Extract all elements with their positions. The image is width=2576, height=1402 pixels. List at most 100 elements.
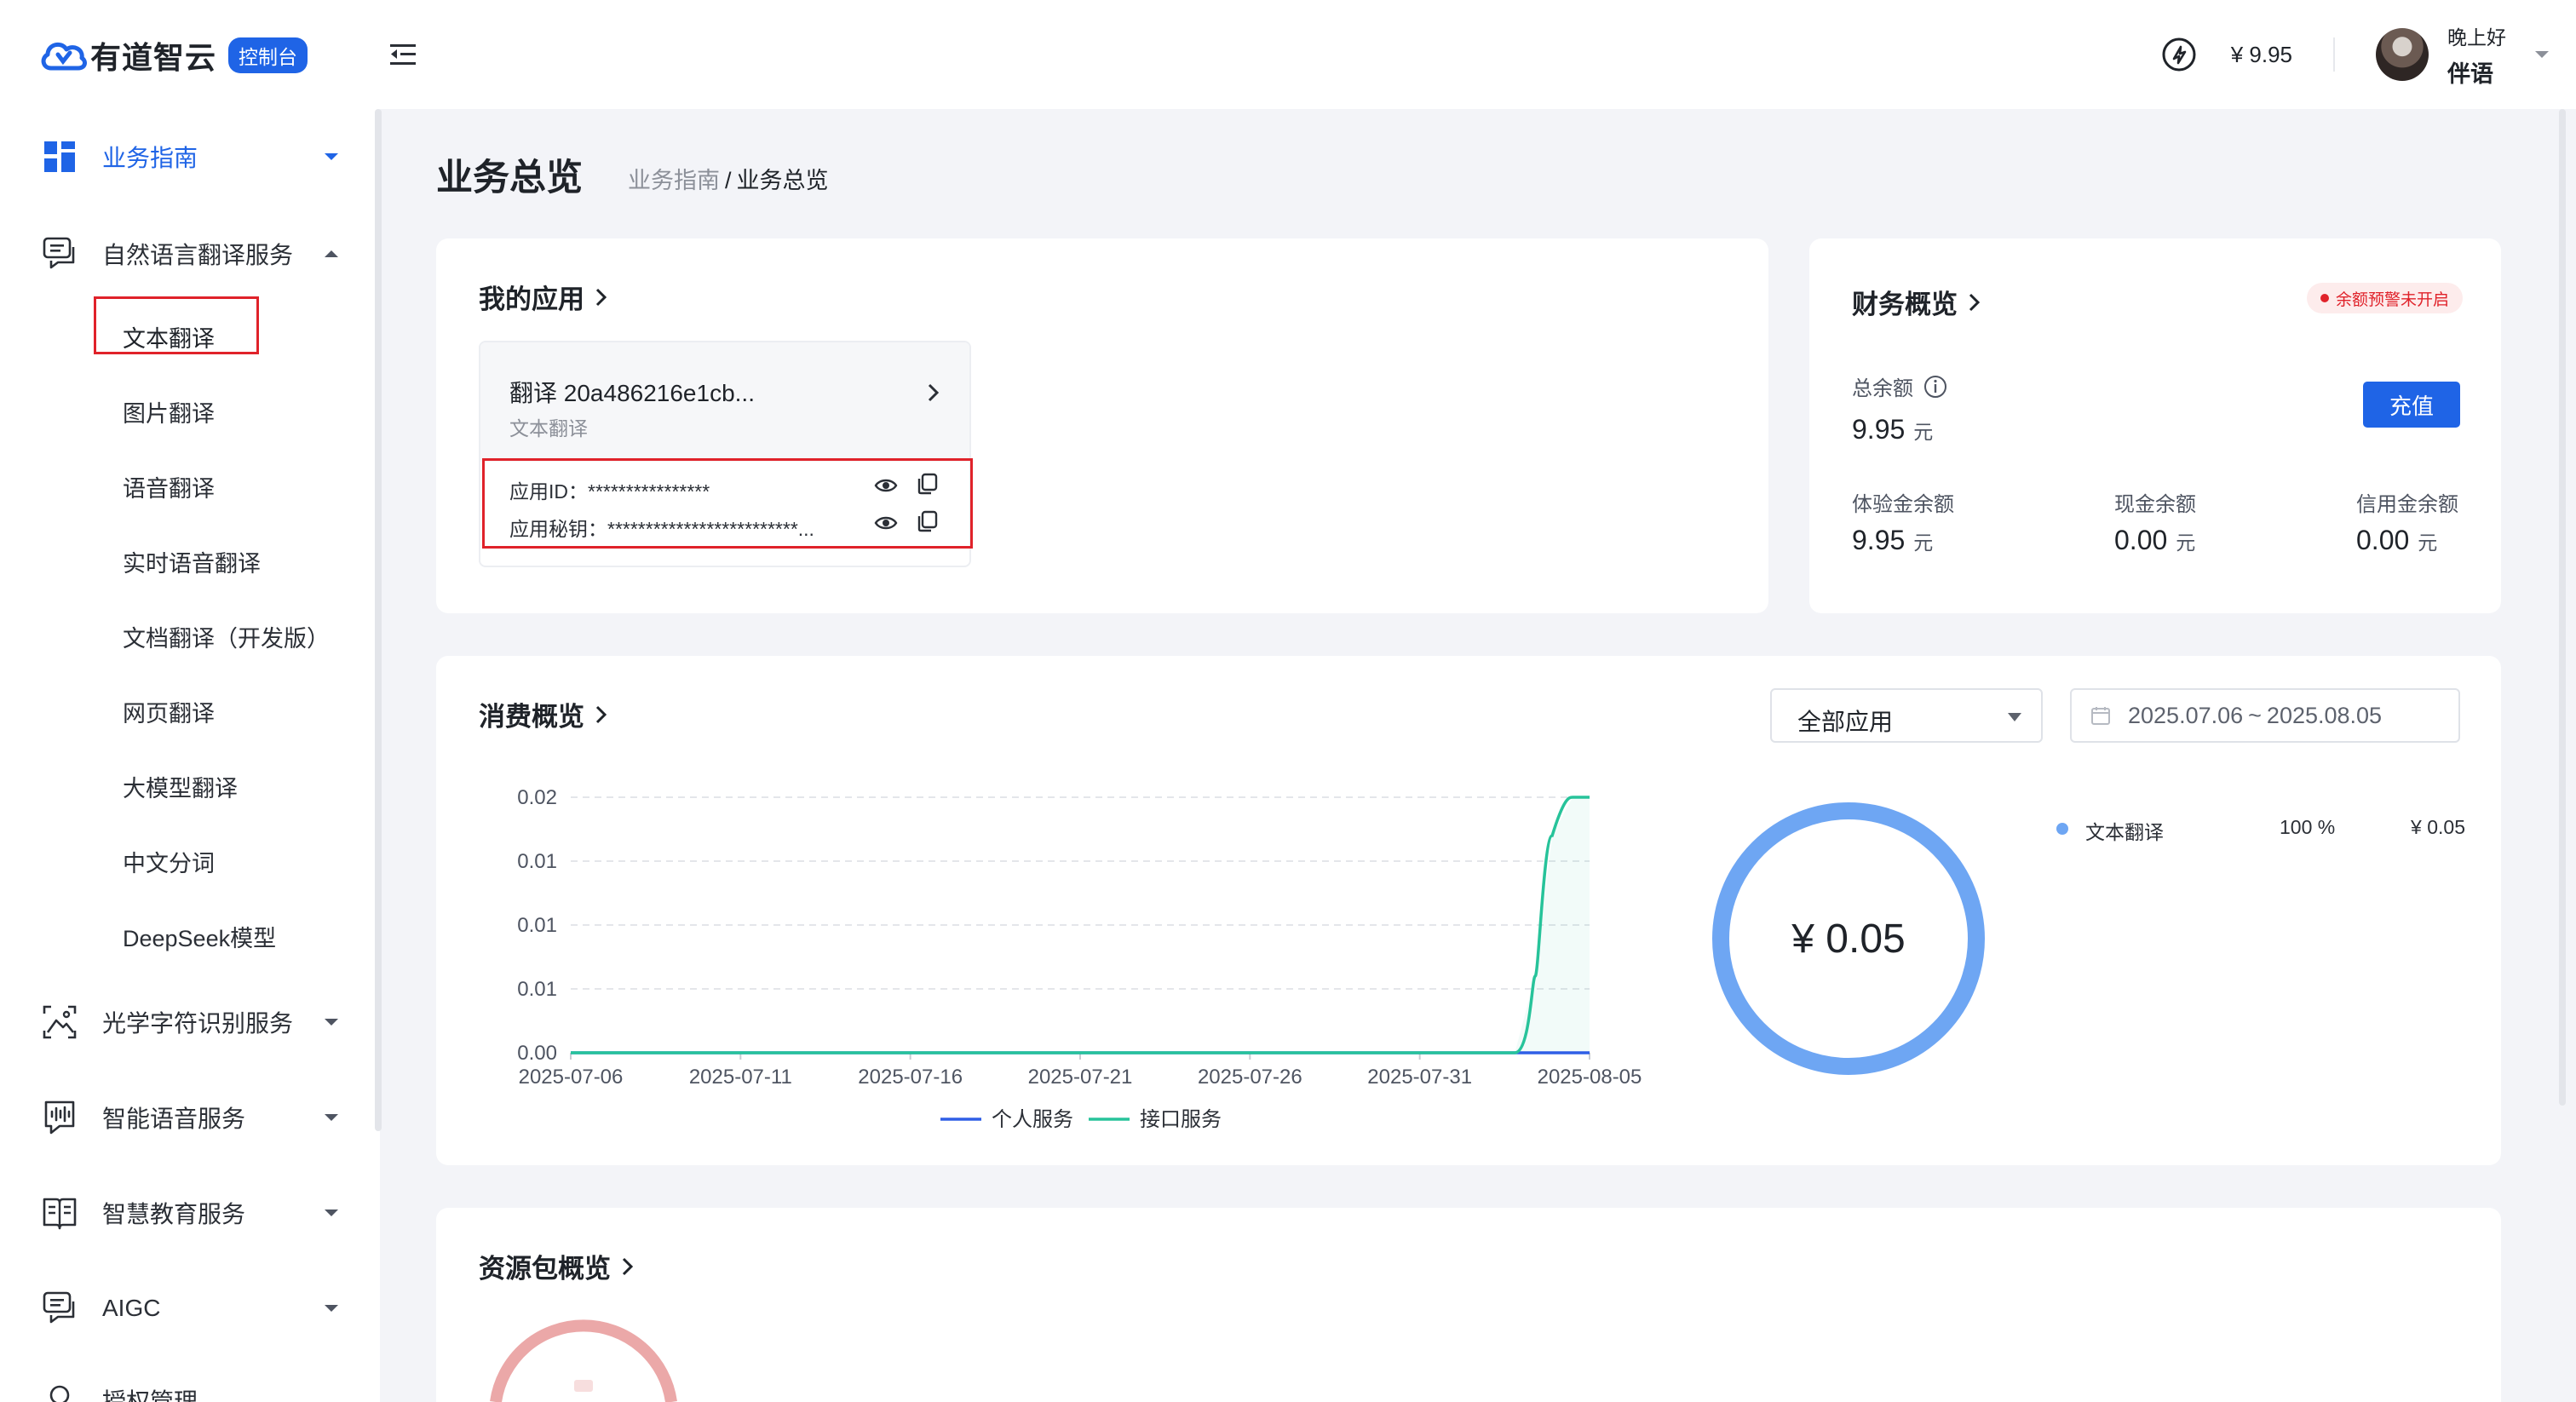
x-tick-label: 2025-07-31: [1367, 1066, 1472, 1089]
sidebar-group-label: 智能语音服务: [102, 1106, 246, 1132]
currency-unit: 元: [2418, 531, 2438, 554]
sidebar-item-realtime-speech-translation[interactable]: 实时语音翻译: [123, 545, 261, 578]
chevron-right-icon: [1969, 293, 1981, 311]
sidebar-group-label: AIGC: [102, 1295, 161, 1321]
book-icon: [43, 1198, 77, 1230]
resources-donut-chart: [490, 1319, 677, 1402]
cash-balance-amount: 0.00: [2114, 525, 2168, 555]
breadcrumb: 业务指南 / 业务总览: [628, 162, 829, 195]
consumption-title[interactable]: 消费概览: [479, 695, 608, 733]
warning-dot-icon: [2320, 294, 2329, 302]
sidebar-item-text-translation[interactable]: 文本翻译: [123, 320, 215, 353]
sidebar-group-aigc[interactable]: AIGC: [41, 1283, 339, 1334]
breakdown-percent: 100 %: [2280, 816, 2336, 838]
highlight-box-credentials: [482, 458, 973, 549]
brand-name: 有道智云: [90, 40, 217, 75]
sidebar-group-label: 自然语言翻译服务: [102, 242, 294, 268]
breakdown-row: 文本翻译 100 % ¥ 0.05: [2056, 816, 2465, 843]
y-tick-label: 0.01: [517, 914, 557, 937]
date-range-separator: ~: [2248, 702, 2262, 728]
x-tick-label: 2025-07-21: [1028, 1066, 1133, 1089]
total-balance-amount: 9.95: [1852, 414, 1906, 445]
resources-title-text: 资源包概览: [479, 1254, 611, 1284]
sidebar-item-webpage-translation[interactable]: 网页翻译: [123, 695, 215, 728]
chevron-right-icon: [622, 1257, 634, 1275]
recharge-button[interactable]: 充值: [2363, 382, 2460, 428]
resources-donut-marker: [574, 1380, 593, 1392]
aigc-chat-icon: [43, 1291, 75, 1324]
legend-label: 个人服务: [992, 1108, 1073, 1131]
sidebar-item-llm-translation[interactable]: 大模型翻译: [123, 770, 238, 803]
sidebar-scrollbar[interactable]: [375, 109, 382, 1131]
finance-title-text: 财务概览: [1852, 290, 1958, 319]
sidebar-group-ocr[interactable]: 光学字符识别服务: [41, 997, 339, 1048]
total-balance-label-text: 总余额: [1852, 377, 1913, 400]
chevron-right-icon: [595, 705, 607, 723]
coin-icon[interactable]: [2161, 37, 2197, 72]
sidebar-group-education[interactable]: 智慧教育服务: [41, 1187, 339, 1238]
legend-label: 接口服务: [1140, 1108, 1222, 1131]
cash-balance-label: 现金余额: [2114, 493, 2196, 516]
sidebar-group-business-guide[interactable]: 业务指南: [41, 131, 339, 182]
sidebar-group-nlp-translation[interactable]: 自然语言翻译服务: [41, 228, 339, 279]
sidebar-item-deepseek-model[interactable]: DeepSeek模型: [123, 920, 276, 953]
info-icon[interactable]: [1923, 375, 1947, 399]
username-text: 伴语: [2447, 60, 2493, 87]
voice-wave-icon: [44, 1100, 75, 1135]
avatar[interactable]: [2376, 28, 2429, 81]
chevron-right-icon[interactable]: [927, 382, 940, 404]
breadcrumb-link[interactable]: 业务指南: [628, 168, 720, 193]
breakdown-amount: ¥ 0.05: [2411, 816, 2465, 838]
header-right: ¥ 9.95 晚上好 伴语: [2161, 19, 2550, 90]
finance-title[interactable]: 财务概览: [1852, 283, 1981, 321]
key-icon: [49, 1385, 70, 1402]
legend-dot-icon: [2056, 823, 2068, 835]
trial-balance-value: 9.95 元: [1852, 525, 1933, 556]
collapse-sidebar-icon[interactable]: [388, 39, 419, 70]
top-header: 有道智云 控制台 ¥ 9.95 晚上好 伴语: [0, 0, 2576, 109]
x-tick-label: 2025-07-26: [1198, 1066, 1302, 1089]
grid-icon: [44, 141, 75, 172]
donut-center-total: ¥ 0.05: [1791, 916, 1905, 962]
sidebar-group-voice[interactable]: 智能语音服务: [41, 1092, 339, 1143]
cash-balance-value: 0.00 元: [2114, 525, 2195, 556]
credit-balance-label: 信用金余额: [2356, 493, 2458, 516]
date-range-picker[interactable]: 2025.07.06 ~ 2025.08.05: [2070, 688, 2460, 743]
page-title: 业务总览: [436, 158, 583, 198]
sidebar-group-authorization[interactable]: 授权管理: [41, 1375, 339, 1402]
sidebar-item-document-translation[interactable]: 文档翻译（开发版）: [123, 620, 330, 653]
image-scan-icon: [43, 1005, 77, 1039]
page-scrollbar[interactable]: [2559, 109, 2566, 1106]
console-badge: 控制台: [228, 37, 308, 73]
consumption-title-text: 消费概览: [479, 702, 584, 732]
greeting-text: 晚上好: [2447, 26, 2506, 49]
app-filter-select[interactable]: 全部应用: [1770, 688, 2043, 743]
date-end: 2025.08.05: [2266, 702, 2383, 728]
resources-card: [436, 1208, 2501, 1402]
my-apps-title[interactable]: 我的应用: [479, 278, 608, 316]
chevron-right-icon: [595, 288, 607, 306]
y-tick-label: 0.01: [517, 850, 557, 873]
app-tile-header[interactable]: 翻译 20a486216e1cb... 文本翻译: [480, 342, 969, 462]
caret-down-icon: [325, 1210, 338, 1216]
y-tick-label: 0.01: [517, 978, 557, 1001]
sidebar-item-chinese-segmentation[interactable]: 中文分词: [123, 845, 215, 878]
sidebar-item-speech-translation[interactable]: 语音翻译: [123, 470, 215, 503]
total-balance-value: 9.95 元: [1852, 414, 1933, 445]
currency-unit: 元: [1913, 421, 1934, 443]
brand-logo[interactable]: 有道智云 控制台: [39, 34, 308, 77]
series-area-interface: [571, 797, 1590, 1053]
consumption-donut-chart: ¥ 0.05: [1712, 802, 1985, 1075]
chat-translate-icon: [43, 237, 75, 269]
calendar-icon: [2091, 707, 2110, 725]
resources-title[interactable]: 资源包概览: [479, 1247, 635, 1285]
credit-balance-amount: 0.00: [2356, 525, 2410, 555]
balance-warning-badge[interactable]: 余额预警未开启: [2307, 283, 2464, 313]
credit-balance-value: 0.00 元: [2356, 525, 2437, 556]
caret-down-icon: [2008, 713, 2021, 721]
series-line-1: [571, 796, 1590, 1054]
caret-down-icon: [325, 1019, 338, 1026]
chevron-down-icon[interactable]: [2533, 49, 2550, 60]
user-menu[interactable]: 晚上好 伴语: [2447, 21, 2506, 89]
sidebar-item-image-translation[interactable]: 图片翻译: [123, 395, 215, 428]
